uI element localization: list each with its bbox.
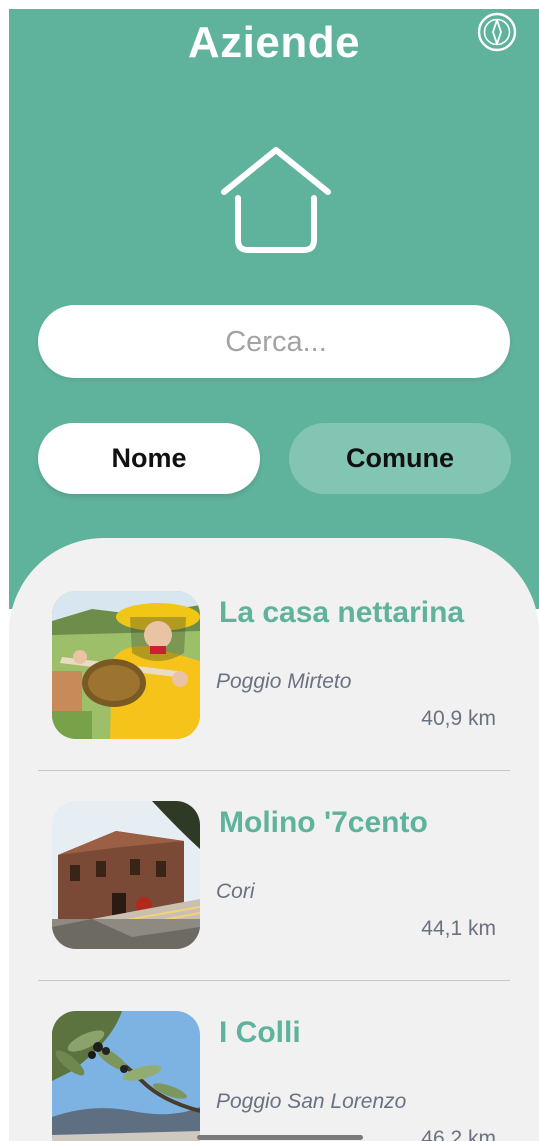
page-title: Aziende — [187, 18, 361, 67]
list-item[interactable]: Molino '7cento Cori 44,1 km — [9, 748, 539, 981]
list-item[interactable]: I Colli Poggio San Lorenzo 46,2 km — [9, 958, 539, 1141]
company-name: La casa nettarina — [219, 596, 465, 629]
company-town: Poggio Mirteto — [216, 670, 352, 693]
list-item[interactable]: La casa nettarina Poggio Mirteto 40,9 km — [9, 538, 539, 771]
screen: Aziende Nome Comune — [0, 0, 539, 1141]
company-distance: 44,1 km — [421, 917, 496, 940]
olive-tree-photo — [52, 1011, 200, 1141]
filter-nome-button[interactable]: Nome — [38, 423, 260, 494]
compass-icon[interactable] — [476, 11, 518, 53]
company-distance: 46,2 km — [421, 1127, 496, 1141]
company-list: La casa nettarina Poggio Mirteto 40,9 km — [9, 538, 539, 1141]
company-distance: 40,9 km — [421, 707, 496, 730]
company-town: Cori — [216, 880, 255, 903]
company-town: Poggio San Lorenzo — [216, 1090, 407, 1113]
search-input[interactable] — [38, 305, 514, 380]
beekeeper-photo — [52, 591, 200, 739]
filter-comune-button[interactable]: Comune — [289, 423, 511, 494]
search-field[interactable] — [38, 305, 514, 380]
home-indicator — [197, 1135, 363, 1140]
company-name: Molino '7cento — [219, 806, 428, 839]
home-icon — [218, 142, 334, 258]
company-name: I Colli — [219, 1016, 301, 1049]
stone-building-photo — [52, 801, 200, 949]
